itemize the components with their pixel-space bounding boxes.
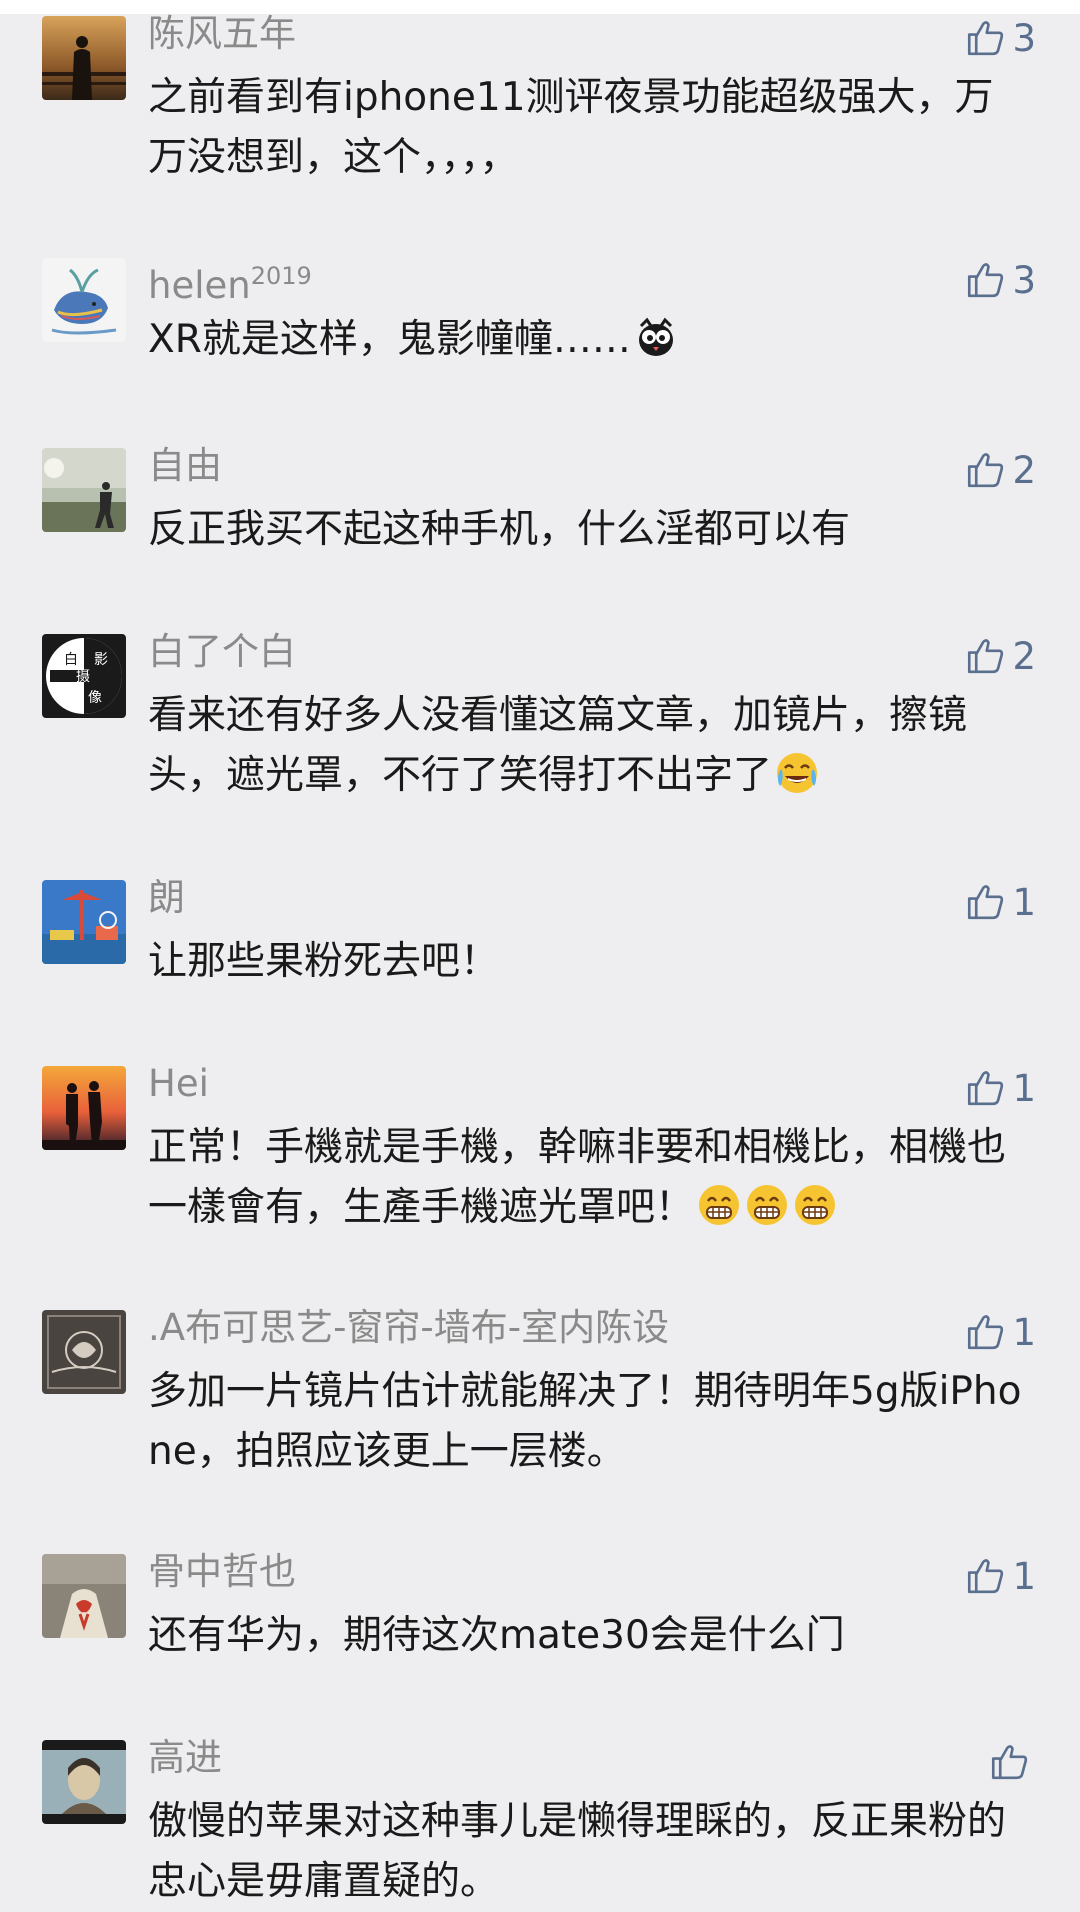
- like-count: 1: [1012, 1554, 1036, 1598]
- svg-text:影: 影: [94, 652, 108, 668]
- like-button[interactable]: 1: [964, 1552, 1036, 1600]
- comment-text: 看来还有好多人没看懂这篇文章，加镜片，擦镜头，遮光罩，不行了笑得打不出字了: [148, 693, 968, 798]
- thumbs-up-icon: [964, 1311, 1006, 1353]
- whale-drawing-avatar[interactable]: [42, 258, 126, 342]
- like-count: 3: [1012, 16, 1036, 60]
- commenter-name[interactable]: helen2019: [148, 252, 312, 310]
- svg-text:白: 白: [64, 652, 78, 668]
- comment-text: 还有华为，期待这次mate30会是什么门: [148, 1613, 845, 1658]
- commenter-name[interactable]: 白了个白: [148, 628, 296, 676]
- svg-text:像: 像: [88, 690, 102, 706]
- commenter-name[interactable]: 自由: [148, 442, 222, 490]
- commenter-name[interactable]: 高进: [148, 1734, 222, 1782]
- like-count: 1: [1012, 880, 1036, 924]
- thumbs-up-icon: [964, 259, 1006, 301]
- thumbs-up-icon: [964, 1555, 1006, 1597]
- like-button[interactable]: 1: [964, 878, 1036, 926]
- thumbs-up-icon: [964, 1067, 1006, 1109]
- like-button[interactable]: 3: [964, 14, 1036, 62]
- commenter-name[interactable]: 骨中哲也: [148, 1548, 296, 1596]
- comment-text: 正常！手機就是手機，幹嘛非要和相機比，相機也一樣會有，生產手機遮光罩吧！: [148, 1125, 1007, 1230]
- brand-logo-avatar[interactable]: [42, 1310, 126, 1394]
- comment-text: 之前看到有iphone11测评夜景功能超级强大，万万没想到，这个，，，，: [148, 75, 994, 180]
- photography-logo-avatar[interactable]: 白 影 摄 像: [42, 634, 126, 718]
- like-count: 1: [1012, 1066, 1036, 1110]
- like-button[interactable]: 1: [964, 1308, 1036, 1356]
- like-count: 2: [1012, 448, 1036, 492]
- comment-text: 多加一片镜片估计就能解决了！期待明年5g版iPhone，拍照应该更上一层楼。: [148, 1369, 1022, 1474]
- thumbs-up-icon: [964, 17, 1006, 59]
- thumbs-up-icon: [964, 881, 1006, 923]
- person-by-lake-avatar[interactable]: [42, 448, 126, 532]
- silhouette-sunset-avatar[interactable]: [42, 16, 126, 100]
- svg-text:摄: 摄: [76, 669, 90, 685]
- like-button[interactable]: [988, 1738, 1036, 1786]
- grinning-emoji: [696, 1182, 742, 1228]
- commenter-name[interactable]: 朗: [148, 874, 185, 922]
- comment-text: 傲慢的苹果对这种事儿是懒得理睬的，反正果粉的忠心是毋庸置疑的。: [148, 1799, 1007, 1904]
- tears-of-joy-emoji: [774, 750, 820, 796]
- portrait-avatar[interactable]: [42, 1740, 126, 1824]
- commenter-name[interactable]: .A布可思艺-窗帘-墙布-室内陈设: [148, 1304, 669, 1352]
- grinning-emoji: [744, 1182, 790, 1228]
- thumbs-up-icon: [964, 635, 1006, 677]
- couple-sunset-avatar[interactable]: [42, 1066, 126, 1150]
- comment-text: 让那些果粉死去吧！: [148, 939, 500, 984]
- amusement-park-avatar[interactable]: [42, 880, 126, 964]
- like-button[interactable]: 1: [964, 1064, 1036, 1112]
- like-button[interactable]: 2: [964, 632, 1036, 680]
- like-count: 1: [1012, 1310, 1036, 1354]
- like-button[interactable]: 3: [964, 256, 1036, 304]
- like-button[interactable]: 2: [964, 446, 1036, 494]
- thumbs-up-icon: [988, 1741, 1030, 1783]
- owl-emoji: [633, 314, 679, 360]
- commenter-name[interactable]: 陈风五年: [148, 10, 296, 58]
- like-count: 3: [1012, 258, 1036, 302]
- thumbs-up-icon: [964, 449, 1006, 491]
- commenter-name[interactable]: Hei: [148, 1060, 209, 1108]
- comment-text: 反正我买不起这种手机，什么淫都可以有: [148, 507, 851, 552]
- grinning-emoji: [792, 1182, 838, 1228]
- hands-art-avatar[interactable]: [42, 1554, 126, 1638]
- like-count: 2: [1012, 634, 1036, 678]
- comment-text: XR就是这样，鬼影幢幢……: [148, 310, 1028, 370]
